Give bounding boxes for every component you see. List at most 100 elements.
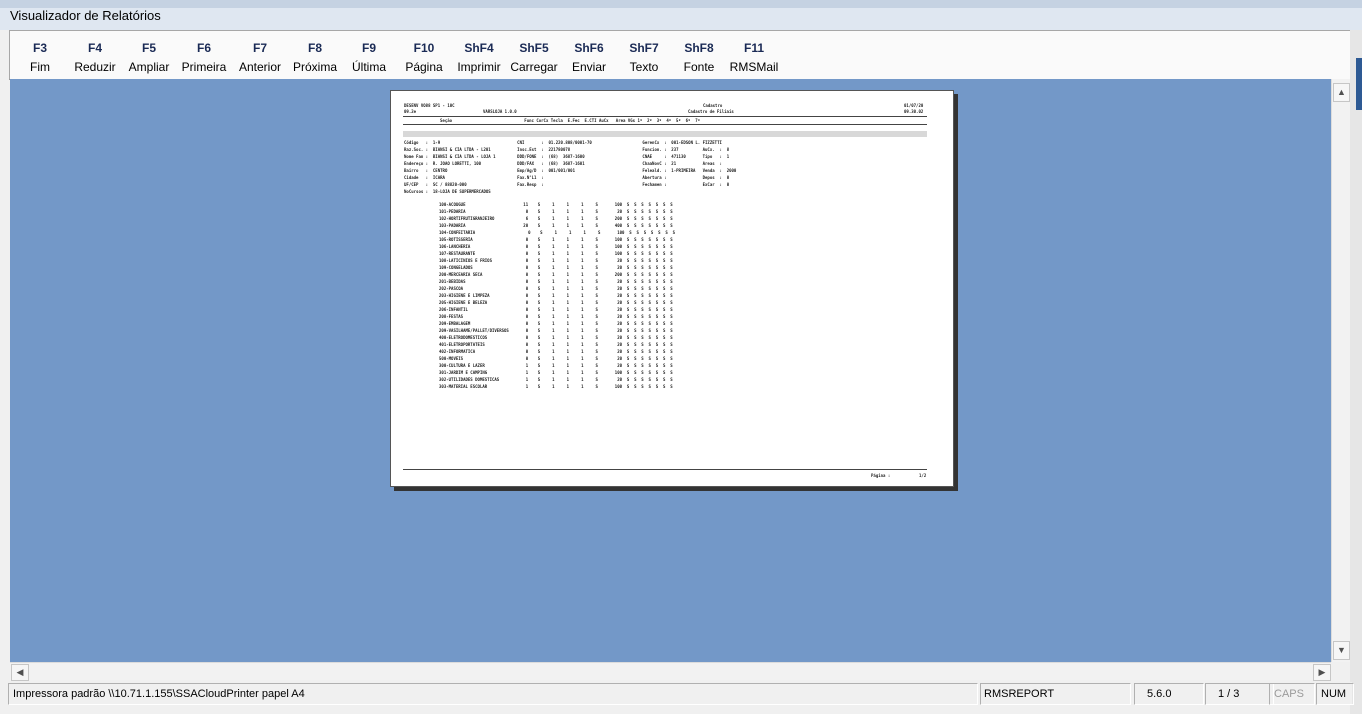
section-row: 301-JARDIM E CAMPING 1 S 1 1 1 S 100 S S… bbox=[439, 370, 673, 375]
section-row: 103-PADARIA 20 S 1 1 1 S 400 S S S S S S… bbox=[439, 223, 673, 228]
report-subtitle: Cadastro de Filiais bbox=[688, 109, 734, 114]
report-title: Cadastro bbox=[703, 103, 723, 108]
report-viewport[interactable]: DESENV VO88 SP1 - 10C 09.2e VARSLOJA 1.0… bbox=[10, 79, 1331, 662]
text-button-key: ShF7 bbox=[629, 41, 659, 55]
load-button-key: ShF5 bbox=[519, 41, 549, 55]
columns-rule bbox=[403, 124, 927, 125]
send-button-label: Enviar bbox=[571, 60, 606, 74]
next-page-button[interactable]: F8 Próxima bbox=[289, 31, 341, 79]
page-footer-number: 1/2 bbox=[919, 473, 927, 478]
section-row: 105-ROTISSERIA 0 S 1 1 1 S 100 S S S S S… bbox=[439, 237, 673, 242]
scrollbar-corner bbox=[1331, 662, 1350, 680]
field-row: Bairro : CENTRO Emp/Ag/D : 001/001/001 F… bbox=[404, 168, 737, 173]
status-bar: Impressora padrão \\10.71.1.155\SSACloud… bbox=[8, 682, 1354, 705]
page-footer-label: Página : bbox=[871, 473, 891, 478]
last-page-button-key: F9 bbox=[361, 41, 376, 55]
rms-mail-button-key: F11 bbox=[743, 41, 764, 55]
background-window-edge bbox=[1356, 58, 1362, 110]
reduce-button[interactable]: F4 Reduzir bbox=[70, 31, 120, 79]
previous-page-button-label: Anterior bbox=[238, 60, 282, 74]
load-button[interactable]: ShF5 Carregar bbox=[508, 31, 560, 79]
field-row: Raz.Soc. : BIANSI & CIA LTDA - L201 Insc… bbox=[404, 147, 730, 152]
next-page-button-key: F8 bbox=[307, 41, 322, 55]
section-row: 101-PEDARIA 0 S 1 1 1 S 20 S S S S S S S bbox=[439, 209, 673, 214]
end-button[interactable]: F3 Fim bbox=[18, 31, 62, 79]
last-page-button-label: Última bbox=[351, 60, 386, 74]
section-row: 401-ELETROPORTATEIS 0 S 1 1 1 S 20 S S S… bbox=[439, 342, 673, 347]
rms-mail-button-label: RMSMail bbox=[729, 60, 779, 74]
go-to-page-button-label: Página bbox=[405, 60, 443, 74]
title-bar-edge bbox=[0, 0, 1362, 8]
report-viewer-window: Visualizador de Relatórios F3 Fim F4 Red… bbox=[0, 0, 1362, 714]
section-row: 109-CONGELADOS 0 S 1 1 1 S 20 S S S S S … bbox=[439, 265, 673, 270]
first-page-button-label: Primeira bbox=[181, 60, 227, 74]
section-row: 108-LATICINIOS E FRIOS 0 S 1 1 1 S 20 S … bbox=[439, 258, 673, 263]
scroll-down-icon[interactable]: ▼ bbox=[1333, 641, 1350, 660]
field-row: Nome Fan : BIANSI & CIA LTDA - LOJA 1 DD… bbox=[404, 154, 730, 159]
scroll-left-icon[interactable]: ◀ bbox=[11, 664, 29, 681]
text-button[interactable]: ShF7 Texto bbox=[618, 31, 670, 79]
report-page: DESENV VO88 SP1 - 10C 09.2e VARSLOJA 1.0… bbox=[390, 90, 954, 487]
section-row: 102-HORTIFRUTIGRANJEIRO 6 S 1 1 1 S 200 … bbox=[439, 216, 673, 221]
title-bar: Visualizador de Relatórios bbox=[0, 0, 1362, 30]
send-button[interactable]: ShF6 Enviar bbox=[563, 31, 615, 79]
field-row: NoCursos : 18-LOJA DE SUPERMERCADOS bbox=[404, 189, 491, 194]
font-button[interactable]: ShF8 Fonte bbox=[673, 31, 725, 79]
section-row: 209-VASILHAME/PALLET/DIVERSOS 0 S 1 1 1 … bbox=[439, 328, 673, 333]
reduce-button-label: Reduzir bbox=[74, 60, 116, 74]
font-button-key: ShF8 bbox=[684, 41, 714, 55]
load-button-label: Carregar bbox=[510, 60, 558, 74]
next-page-button-label: Próxima bbox=[292, 60, 337, 74]
previous-page-button-key: F7 bbox=[252, 41, 267, 55]
previous-page-button[interactable]: F7 Anterior bbox=[234, 31, 286, 79]
print-button-key: ShF4 bbox=[464, 41, 494, 55]
section-row: 107-RESTAURANTE 0 S 1 1 1 S 100 S S S S … bbox=[439, 251, 673, 256]
section-row: 201-BEBIDAS 0 S 1 1 1 S 20 S S S S S S S bbox=[439, 279, 673, 284]
zoom-in-button-key: F5 bbox=[141, 41, 156, 55]
font-button-label: Fonte bbox=[683, 60, 715, 74]
report-version-code: 09.2e bbox=[404, 109, 417, 114]
go-to-page-button[interactable]: F10 Página bbox=[398, 31, 450, 79]
report-system-line: DESENV VO88 SP1 - 10C bbox=[404, 103, 455, 108]
function-key-toolbar: F3 Fim F4 Reduzir F5 Ampliar F6 Primeira… bbox=[9, 30, 1351, 80]
zoom-in-button[interactable]: F5 Ampliar bbox=[124, 31, 174, 79]
first-page-button-key: F6 bbox=[196, 41, 211, 55]
section-row: 402-INFORMATICA 0 S 1 1 1 S 20 S S S S S… bbox=[439, 349, 673, 354]
field-row: Endereço : R. JOAO LORETTI, 100 DDD/FAX … bbox=[404, 161, 722, 166]
field-row: UF/CEP : SC / 88820-000 Fax.Resp : Fecha… bbox=[404, 182, 730, 187]
report-column-headers: Seção Func CorCx Tecla E.Fec E.CTI AuCx … bbox=[440, 118, 701, 123]
section-row: 500-MOVEIS 0 S 1 1 1 S 20 S S S S S S S bbox=[439, 356, 673, 361]
window-right-edge bbox=[1350, 30, 1362, 714]
report-time: 09.30.02 bbox=[904, 109, 924, 114]
scroll-up-icon[interactable]: ▲ bbox=[1333, 83, 1350, 102]
field-row: Cidade : ICARA Fax.N°L1 : Abertura : Dep… bbox=[404, 175, 730, 180]
first-page-button[interactable]: F6 Primeira bbox=[178, 31, 230, 79]
last-page-button[interactable]: F9 Última bbox=[344, 31, 394, 79]
scroll-right-icon[interactable]: ▶ bbox=[1313, 664, 1331, 681]
section-row: 208-FESTAS 0 S 1 1 1 S 20 S S S S S S S bbox=[439, 314, 673, 319]
section-row: 202-PASCOA 0 S 1 1 1 S 20 S S S S S S S bbox=[439, 286, 673, 291]
version-status: 5.6.0 bbox=[1134, 683, 1204, 705]
zoom-in-button-label: Ampliar bbox=[128, 60, 170, 74]
horizontal-scrollbar[interactable]: ◀ ▶ bbox=[10, 662, 1331, 681]
end-button-label: Fim bbox=[30, 60, 50, 74]
section-row: 104-CONFEITARIA 0 S 1 1 1 S 100 S S S S … bbox=[439, 230, 676, 235]
footer-rule bbox=[403, 469, 927, 470]
section-row: 302-UTILIDADES DOMESTICAS 1 S 1 1 1 S 20… bbox=[439, 377, 673, 382]
section-row: 400-ELETRODOMESTICOS 0 S 1 1 1 S 20 S S … bbox=[439, 335, 673, 340]
header-rule bbox=[403, 116, 927, 117]
send-button-key: ShF6 bbox=[574, 41, 604, 55]
rms-mail-button[interactable]: F11 RMSMail bbox=[728, 31, 780, 79]
num-lock-indicator: NUM bbox=[1316, 683, 1354, 705]
print-button[interactable]: ShF4 Imprimir bbox=[452, 31, 506, 79]
page-count-status: 1 / 3 bbox=[1205, 683, 1274, 705]
section-row: 300-CULTURA E LAZER 1 S 1 1 1 S 20 S S S… bbox=[439, 363, 673, 368]
report-date: 01/07/20 bbox=[904, 103, 924, 108]
report-program-name: VARSLOJA 1.0.0 bbox=[483, 109, 517, 114]
reduce-button-key: F4 bbox=[87, 41, 102, 55]
vertical-scrollbar[interactable]: ▲ ▼ bbox=[1331, 79, 1350, 662]
field-row: Código : 1-9 CNI : 01.220.808/0001-70 Ge… bbox=[404, 140, 722, 145]
print-button-label: Imprimir bbox=[457, 60, 501, 74]
section-row: 106-LANCHERIA 0 S 1 1 1 S 100 S S S S S … bbox=[439, 244, 673, 249]
band-separator bbox=[403, 131, 927, 137]
